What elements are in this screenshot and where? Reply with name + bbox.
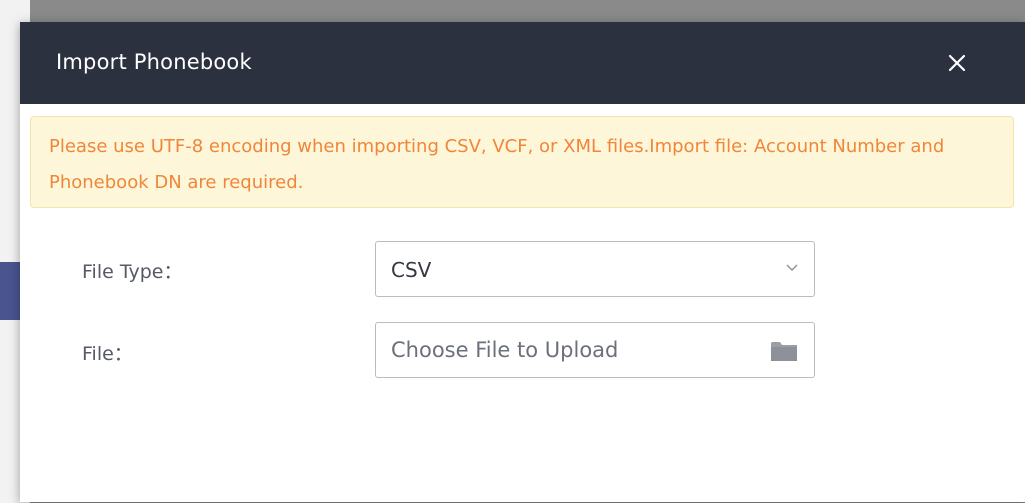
file-upload-placeholder: Choose File to Upload bbox=[391, 338, 619, 362]
background-nav-strip bbox=[0, 262, 22, 320]
close-icon bbox=[948, 54, 966, 72]
file-upload-input[interactable]: Choose File to Upload bbox=[375, 322, 815, 378]
file-type-value: CSV bbox=[391, 258, 432, 282]
dialog-header: Import Phonebook bbox=[20, 22, 1025, 104]
dialog-title: Import Phonebook bbox=[56, 50, 252, 74]
import-phonebook-dialog: Import Phonebook Please use UTF-8 encodi… bbox=[20, 22, 1025, 502]
file-label: File： bbox=[82, 343, 133, 365]
file-type-select[interactable]: CSV bbox=[375, 241, 815, 297]
file-type-label: File Type： bbox=[82, 261, 183, 283]
folder-icon[interactable] bbox=[770, 340, 798, 362]
chevron-down-icon bbox=[786, 264, 798, 271]
encoding-notice: Please use UTF-8 encoding when importing… bbox=[30, 116, 1014, 208]
close-button[interactable] bbox=[938, 44, 976, 82]
